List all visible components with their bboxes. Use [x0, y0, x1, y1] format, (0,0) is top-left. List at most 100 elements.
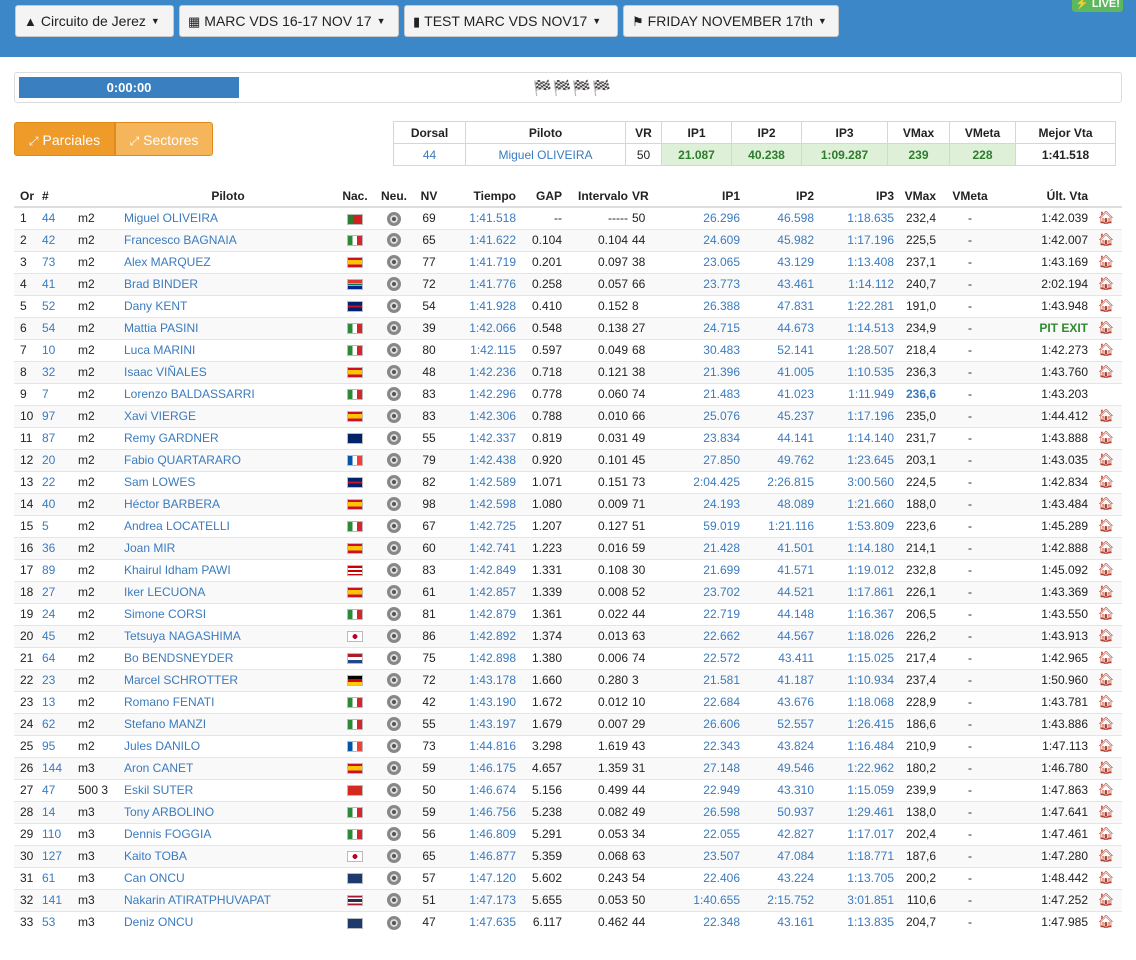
- rider-name[interactable]: Francesco BAGNAIA: [122, 228, 334, 251]
- rider-number[interactable]: 7: [40, 382, 76, 405]
- day-dropdown[interactable]: ⚑ FRIDAY NOVEMBER 17th ▼: [623, 5, 839, 37]
- rider-name[interactable]: Simone CORSI: [122, 602, 334, 625]
- table-row[interactable]: 16 36 m2 Joan MIR 60 1:42.741 1.223 0.016 59 21.4…: [14, 536, 1122, 559]
- rider-number[interactable]: 23: [40, 668, 76, 691]
- rider-number[interactable]: 10: [40, 338, 76, 361]
- table-row[interactable]: 21 64 m2 Bo BENDSNEYDER 75 1:42.898 1.380 0.006…: [14, 646, 1122, 669]
- rider-number[interactable]: 14: [40, 800, 76, 823]
- table-row[interactable]: 12 20 m2 Fabio QUARTARARO 79 1:42.438 0.920 0.1…: [14, 448, 1122, 471]
- table-row[interactable]: 33 53 m3 Deniz ONCU 47 1:47.635 6.117 0.462 44 22…: [14, 910, 1122, 933]
- home-icon[interactable]: 🏠︎: [1090, 470, 1122, 493]
- rider-name[interactable]: Mattia PASINI: [122, 316, 334, 339]
- table-row[interactable]: 22 23 m2 Marcel SCHROTTER 72 1:43.178 1.660 0.2…: [14, 668, 1122, 691]
- event-dropdown[interactable]: ▦ MARC VDS 16-17 NOV 17 ▼: [179, 5, 399, 37]
- home-icon[interactable]: 🏠︎: [1090, 272, 1122, 295]
- rider-name[interactable]: Héctor BARBERA: [122, 492, 334, 515]
- home-icon[interactable]: 🏠︎: [1090, 866, 1122, 889]
- rider-number[interactable]: 13: [40, 690, 76, 713]
- home-icon[interactable]: 🏠︎: [1090, 800, 1122, 823]
- rider-name[interactable]: Bo BENDSNEYDER: [122, 646, 334, 669]
- rider-name[interactable]: Dany KENT: [122, 294, 334, 317]
- home-icon[interactable]: 🏠︎: [1090, 492, 1122, 515]
- table-row[interactable]: 32 141 m3 Nakarin ATIRATPHUVAPAT 51 1:47.173 5…: [14, 888, 1122, 911]
- home-icon[interactable]: 🏠︎: [1090, 690, 1122, 713]
- table-row[interactable]: 1 44 m2 Miguel OLIVEIRA 69 1:41.518 -- ----- 50 2…: [14, 206, 1122, 229]
- col-ip2[interactable]: IP2: [742, 185, 816, 208]
- rider-number[interactable]: 53: [40, 910, 76, 933]
- home-icon[interactable]: 🏠︎: [1090, 404, 1122, 427]
- rider-number[interactable]: 20: [40, 448, 76, 471]
- table-row[interactable]: 30 127 m3 Kaito TOBA 65 1:46.877 5.359 0.068 63 2…: [14, 844, 1122, 867]
- home-icon[interactable]: 🏠︎: [1090, 822, 1122, 845]
- table-row[interactable]: 19 24 m2 Simone CORSI 81 1:42.879 1.361 0.022 44…: [14, 602, 1122, 625]
- home-icon[interactable]: 🏠︎: [1090, 668, 1122, 691]
- home-icon[interactable]: 🏠︎: [1090, 558, 1122, 581]
- session-dropdown[interactable]: ▮ TEST MARC VDS NOV17 ▼: [404, 5, 618, 37]
- rider-name[interactable]: Miguel OLIVEIRA: [122, 206, 334, 229]
- rider-number[interactable]: 42: [40, 228, 76, 251]
- col-gap[interactable]: GAP: [518, 185, 564, 208]
- home-icon[interactable]: 🏠︎: [1090, 250, 1122, 273]
- parciales-button[interactable]: ⤢ Parciales: [14, 122, 115, 156]
- rider-name[interactable]: Jules DANILO: [122, 734, 334, 757]
- table-row[interactable]: 4 41 m2 Brad BINDER 72 1:41.776 0.258 0.057 66 23…: [14, 272, 1122, 295]
- col-intervalo[interactable]: Intervalo: [564, 185, 630, 208]
- rider-number[interactable]: 36: [40, 536, 76, 559]
- home-icon[interactable]: 🏠︎: [1090, 448, 1122, 471]
- rider-number[interactable]: 144: [40, 756, 76, 779]
- col-ip1[interactable]: IP1: [660, 185, 742, 208]
- rider-number[interactable]: 40: [40, 492, 76, 515]
- rider-name[interactable]: Deniz ONCU: [122, 910, 334, 933]
- track-dropdown[interactable]: ▲ Circuito de Jerez ▼: [15, 5, 174, 37]
- table-row[interactable]: 2 42 m2 Francesco BAGNAIA 65 1:41.622 0.104 0.1…: [14, 228, 1122, 251]
- home-icon[interactable]: 🏠︎: [1090, 712, 1122, 735]
- table-row[interactable]: 3 73 m2 Alex MARQUEZ 77 1:41.719 0.201 0.097 38 2…: [14, 250, 1122, 273]
- rider-name[interactable]: Tony ARBOLINO: [122, 800, 334, 823]
- home-icon[interactable]: 🏠︎: [1090, 338, 1122, 361]
- table-row[interactable]: 26 144 m3 Aron CANET 59 1:46.175 4.657 1.359 31 2…: [14, 756, 1122, 779]
- rider-name[interactable]: Remy GARDNER: [122, 426, 334, 449]
- col-ip3[interactable]: IP3: [816, 185, 896, 208]
- rider-number[interactable]: 141: [40, 888, 76, 911]
- rider-number[interactable]: 54: [40, 316, 76, 339]
- table-row[interactable]: 6 54 m2 Mattia PASINI 39 1:42.066 0.548 0.138 27…: [14, 316, 1122, 339]
- rider-name[interactable]: Isaac VIÑALES: [122, 360, 334, 383]
- col-neu[interactable]: Neu.: [376, 185, 412, 208]
- table-row[interactable]: 17 89 m2 Khairul Idham PAWI 83 1:42.849 1.331 0…: [14, 558, 1122, 581]
- home-icon[interactable]: 🏠︎: [1090, 360, 1122, 383]
- table-row[interactable]: 23 13 m2 Romano FENATI 42 1:43.190 1.672 0.012 1…: [14, 690, 1122, 713]
- rider-name[interactable]: Fabio QUARTARARO: [122, 448, 334, 471]
- table-row[interactable]: 5 52 m2 Dany KENT 54 1:41.928 0.410 0.152 8 26.38…: [14, 294, 1122, 317]
- col-vmeta[interactable]: VMeta: [938, 185, 1002, 208]
- table-row[interactable]: 8 32 m2 Isaac VIÑALES 48 1:42.236 0.718 0.121 38…: [14, 360, 1122, 383]
- rider-number[interactable]: 32: [40, 360, 76, 383]
- rider-name[interactable]: Khairul Idham PAWI: [122, 558, 334, 581]
- home-icon[interactable]: 🏠︎: [1090, 888, 1122, 911]
- rider-name[interactable]: Xavi VIERGE: [122, 404, 334, 427]
- table-row[interactable]: 9 7 m2 Lorenzo BALDASSARRI 83 1:42.296 0.778 0.…: [14, 382, 1122, 405]
- rider-number[interactable]: 52: [40, 294, 76, 317]
- rider-name[interactable]: Aron CANET: [122, 756, 334, 779]
- home-icon[interactable]: 🏠︎: [1090, 602, 1122, 625]
- col-piloto[interactable]: Piloto: [122, 185, 334, 208]
- rider-name[interactable]: Brad BINDER: [122, 272, 334, 295]
- table-row[interactable]: 15 5 m2 Andrea LOCATELLI 67 1:42.725 1.207 0.12…: [14, 514, 1122, 537]
- col-nac[interactable]: Nac.: [334, 185, 376, 208]
- rider-name[interactable]: Can ONCU: [122, 866, 334, 889]
- col-number[interactable]: #: [40, 185, 76, 208]
- rider-name[interactable]: Joan MIR: [122, 536, 334, 559]
- rider-number[interactable]: 27: [40, 580, 76, 603]
- rider-name[interactable]: Nakarin ATIRATPHUVAPAT: [122, 888, 334, 911]
- home-icon[interactable]: 🏠︎: [1090, 228, 1122, 251]
- table-row[interactable]: 11 87 m2 Remy GARDNER 55 1:42.337 0.819 0.031 49…: [14, 426, 1122, 449]
- rider-number[interactable]: 89: [40, 558, 76, 581]
- table-row[interactable]: 24 62 m2 Stefano MANZI 55 1:43.197 1.679 0.007 2…: [14, 712, 1122, 735]
- rider-number[interactable]: 95: [40, 734, 76, 757]
- home-icon[interactable]: 🏠︎: [1090, 844, 1122, 867]
- rider-name[interactable]: Andrea LOCATELLI: [122, 514, 334, 537]
- col-nv[interactable]: NV: [412, 185, 446, 208]
- rider-name[interactable]: Iker LECUONA: [122, 580, 334, 603]
- rider-name[interactable]: Eskil SUTER: [122, 778, 334, 801]
- rider-number[interactable]: 61: [40, 866, 76, 889]
- col-ult-vta[interactable]: Últ. Vta: [1002, 185, 1090, 208]
